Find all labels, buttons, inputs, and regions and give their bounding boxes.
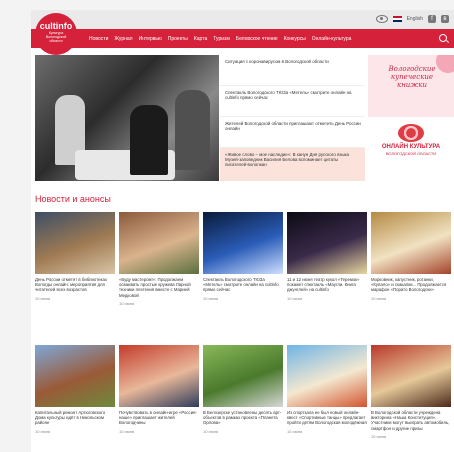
eye-icon[interactable] bbox=[375, 15, 388, 23]
news-thumbnail[interactable] bbox=[119, 212, 199, 274]
news-caption[interactable]: Спектакль Вологодского ТЮЗа «Метель» смо… bbox=[203, 277, 283, 293]
news-caption[interactable]: «Буду мастером!»: Продолжаем осваивать п… bbox=[119, 277, 199, 298]
news-date: 10 июня bbox=[287, 295, 303, 301]
photo-person bbox=[175, 90, 210, 170]
news-thumbnail[interactable] bbox=[203, 345, 283, 407]
news-card[interactable]: 11 и 12 июня театр кукол «Теремок» покаж… bbox=[287, 212, 367, 301]
page: cultinfo Культура Вологодской области En… bbox=[31, 10, 454, 452]
site-logo[interactable]: cultinfo Культура Вологодской области bbox=[35, 13, 77, 55]
main-nav: Новости Журнал Интервью Проекты Карта Ту… bbox=[31, 29, 454, 48]
photo-person bbox=[130, 105, 168, 175]
news-date: 10 июня bbox=[203, 428, 219, 434]
news-card[interactable]: Почувствовать в онлайн-игре «Россия-наше… bbox=[119, 345, 199, 434]
news-card[interactable]: В Белозерске установлены десять арт-объе… bbox=[203, 345, 283, 434]
news-date: 10 июня bbox=[119, 428, 135, 434]
nav-item-tourism[interactable]: Туризм bbox=[213, 36, 230, 42]
news-thumbnail[interactable] bbox=[371, 345, 451, 407]
nav-item-news[interactable]: Новости bbox=[89, 36, 108, 42]
news-date: 10 июня bbox=[371, 295, 387, 301]
top-utility-bar: English f в bbox=[375, 13, 449, 25]
news-caption[interactable]: В Вологодской области учреждена викторин… bbox=[371, 410, 451, 431]
news-date: 10 июня bbox=[35, 295, 51, 301]
banner-online-culture-title: ОНЛАЙН КУЛЬТУРА bbox=[381, 144, 441, 150]
news-card[interactable]: Морковник, капустник, ротанки, «Купало» … bbox=[371, 212, 451, 301]
hero-news-item-active[interactable]: «Живое слово – мое наследие»: В канун Дн… bbox=[220, 148, 365, 181]
banner-merchant-books[interactable]: Вологодские купеческие книжки bbox=[368, 55, 454, 117]
news-caption[interactable]: День России отметят в библиотеках Вологд… bbox=[35, 277, 115, 293]
news-date: 10 июня bbox=[119, 300, 135, 306]
nav-item-contests[interactable]: Конкурсы bbox=[284, 36, 306, 42]
news-date: 10 июня bbox=[203, 295, 219, 301]
news-thumbnail[interactable] bbox=[287, 212, 367, 274]
news-caption[interactable]: Капитальный ремонт Артюговского Дома кул… bbox=[35, 410, 115, 426]
nav-item-interview[interactable]: Интервью bbox=[139, 36, 162, 42]
banner-online-culture[interactable]: ОНЛАЙН КУЛЬТУРА ВОЛОГОДСКОЙ ОБЛАСТИ bbox=[368, 120, 454, 181]
news-date: 10 июня bbox=[35, 428, 51, 434]
logo-brand: cultinfo bbox=[39, 21, 73, 31]
hero-news-item[interactable]: Спектакль Вологодского ТЮЗа «Метель» смо… bbox=[220, 86, 365, 117]
news-caption[interactable]: Почувствовать в онлайн-игре «Россия-наше… bbox=[119, 410, 199, 426]
news-thumbnail[interactable] bbox=[287, 345, 367, 407]
news-thumbnail[interactable] bbox=[371, 212, 451, 274]
news-card[interactable]: Спектакль Вологодского ТЮЗа «Метель» смо… bbox=[203, 212, 283, 301]
news-caption[interactable]: Морковник, капустник, ротанки, «Купало» … bbox=[371, 277, 451, 293]
nav-item-map[interactable]: Карта bbox=[194, 36, 207, 42]
news-caption[interactable]: В Белозерске установлены десять арт-объе… bbox=[203, 410, 283, 426]
news-thumbnail[interactable] bbox=[35, 345, 115, 407]
news-card[interactable]: Капитальный ремонт Артюговского Дома кул… bbox=[35, 345, 115, 434]
news-thumbnail[interactable] bbox=[119, 345, 199, 407]
nav-item-magazine[interactable]: Журнал bbox=[114, 36, 132, 42]
hero-news-list: Ситуация с коронавирусом в Вологодской о… bbox=[220, 55, 365, 181]
nav-item-belov-reading[interactable]: Беловское чтение bbox=[236, 36, 278, 42]
banner-online-culture-sub: ВОЛОГОДСКОЙ ОБЛАСТИ bbox=[385, 151, 437, 156]
nav-item-online-culture[interactable]: Онлайн-культура bbox=[312, 36, 352, 42]
news-card[interactable]: День России отметят в библиотеках Вологд… bbox=[35, 212, 115, 301]
news-caption[interactable]: 11 и 12 июня театр кукол «Теремок» покаж… bbox=[287, 277, 367, 293]
facebook-icon[interactable]: f bbox=[428, 15, 436, 23]
section-title: Новости и анонсы bbox=[35, 194, 111, 204]
banner-merchant-books-text: Вологодские купеческие книжки bbox=[388, 65, 436, 89]
news-caption[interactable]: Из спортзала не был новый онлайн-квест «… bbox=[287, 410, 367, 426]
hero-news-item[interactable]: Ситуация с коронавирусом в Вологодской о… bbox=[220, 55, 365, 86]
header: cultinfo Культура Вологодской области En… bbox=[31, 10, 454, 55]
logo-tagline: Культура Вологодской области bbox=[45, 31, 67, 43]
news-card[interactable]: В Вологодской области учреждена викторин… bbox=[371, 345, 451, 439]
news-card[interactable]: Из спортзала не был новый онлайн-квест «… bbox=[287, 345, 367, 434]
news-thumbnail[interactable] bbox=[203, 212, 283, 274]
vk-icon[interactable]: в bbox=[441, 15, 449, 23]
ornament-icon bbox=[398, 124, 424, 142]
hero-photo[interactable] bbox=[35, 55, 219, 181]
news-thumbnail[interactable] bbox=[35, 212, 115, 274]
language-link[interactable]: English bbox=[407, 16, 423, 22]
nav-item-projects[interactable]: Проекты bbox=[168, 36, 188, 42]
news-date: 10 июня bbox=[287, 428, 303, 434]
search-icon[interactable] bbox=[439, 34, 447, 42]
hero-news-item[interactable]: Жителей Вологодской области приглашают о… bbox=[220, 117, 365, 148]
news-card[interactable]: «Буду мастером!»: Продолжаем осваивать п… bbox=[119, 212, 199, 306]
news-date: 10 июня bbox=[371, 433, 387, 439]
uk-flag-icon[interactable] bbox=[392, 16, 402, 22]
